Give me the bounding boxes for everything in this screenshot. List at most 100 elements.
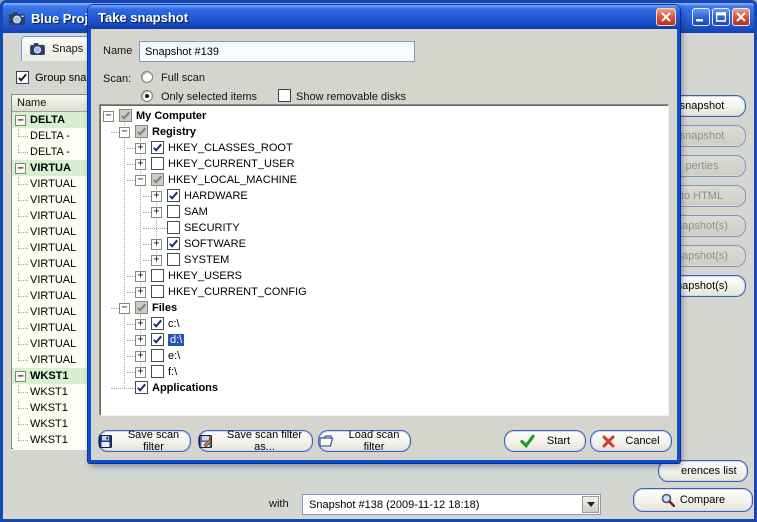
- tree-checkbox[interactable]: [151, 317, 164, 330]
- tree-node-label[interactable]: c:\: [168, 318, 180, 330]
- tree-checkbox[interactable]: [151, 333, 164, 346]
- tree-node-label[interactable]: SYSTEM: [184, 254, 229, 266]
- tree-row[interactable]: − Files: [100, 300, 668, 316]
- list-item-label: WKST1: [30, 418, 68, 430]
- expand-icon[interactable]: +: [135, 287, 146, 298]
- tree-row[interactable]: + SAM: [100, 204, 668, 220]
- collapse-icon[interactable]: −: [15, 163, 26, 174]
- tree-row[interactable]: + c:\: [100, 316, 668, 332]
- expand-icon[interactable]: +: [135, 335, 146, 346]
- tree-checkbox[interactable]: [167, 237, 180, 250]
- tree-row[interactable]: SECURITY: [100, 220, 668, 236]
- tree-row[interactable]: + HKEY_CURRENT_USER: [100, 156, 668, 172]
- minimize-button[interactable]: [692, 8, 710, 26]
- collapse-icon[interactable]: −: [135, 175, 146, 186]
- expand-icon[interactable]: +: [135, 271, 146, 282]
- tree-checkbox[interactable]: [167, 189, 180, 202]
- tree-row[interactable]: + HKEY_CURRENT_CONFIG: [100, 284, 668, 300]
- tree-checkbox[interactable]: [151, 285, 164, 298]
- tree-row[interactable]: + f:\: [100, 364, 668, 380]
- tree-checkbox[interactable]: [151, 157, 164, 170]
- tree-checkbox[interactable]: [167, 205, 180, 218]
- dropdown-arrow-icon[interactable]: [582, 496, 599, 513]
- expand-icon[interactable]: +: [135, 367, 146, 378]
- tree-node-label[interactable]: HARDWARE: [184, 190, 248, 202]
- tree-checkbox[interactable]: [151, 141, 164, 154]
- compare-with-dropdown[interactable]: Snapshot #138 (2009-11-12 18:18): [302, 494, 601, 515]
- tree-line: [18, 257, 28, 265]
- tree-row[interactable]: + d:\: [100, 332, 668, 348]
- tree-checkbox[interactable]: [167, 253, 180, 266]
- only-selected-items-radio[interactable]: [141, 90, 153, 102]
- start-button[interactable]: Start: [504, 430, 586, 452]
- compare-button[interactable]: Compare: [633, 488, 753, 512]
- tree-checkbox[interactable]: [119, 109, 132, 122]
- tree-line: [127, 148, 135, 149]
- tree-row[interactable]: + SOFTWARE: [100, 236, 668, 252]
- expand-icon[interactable]: +: [151, 239, 162, 250]
- tree-checkbox[interactable]: [167, 221, 180, 234]
- snapshot-name-input[interactable]: [139, 41, 415, 62]
- load-scan-filter-button[interactable]: Load scan filter: [318, 430, 411, 452]
- tree-node-label[interactable]: SECURITY: [184, 222, 240, 234]
- cancel-button[interactable]: Cancel: [590, 430, 672, 452]
- tree-row[interactable]: + HARDWARE: [100, 188, 668, 204]
- expand-icon[interactable]: +: [135, 319, 146, 330]
- group-snapshots-option[interactable]: Group sna: [16, 71, 86, 84]
- tree-row[interactable]: − HKEY_LOCAL_MACHINE: [100, 172, 668, 188]
- tree-row[interactable]: + SYSTEM: [100, 252, 668, 268]
- group-snapshots-checkbox[interactable]: [16, 71, 29, 84]
- save-scan-filter-button[interactable]: Save scan filter: [98, 430, 191, 452]
- expand-icon[interactable]: +: [151, 255, 162, 266]
- check-icon: [168, 238, 179, 249]
- side-action-label: perties: [685, 160, 718, 172]
- tree-row[interactable]: + HKEY_USERS: [100, 268, 668, 284]
- tree-node-label[interactable]: Registry: [152, 126, 196, 138]
- dialog-close-button[interactable]: [656, 8, 676, 26]
- collapse-icon[interactable]: −: [119, 303, 130, 314]
- expand-icon[interactable]: +: [135, 159, 146, 170]
- full-scan-radio[interactable]: [141, 71, 153, 83]
- tree-node-label[interactable]: d:\: [168, 334, 184, 346]
- maximize-button[interactable]: [712, 8, 730, 26]
- tree-node-label[interactable]: Applications: [152, 382, 218, 394]
- tree-checkbox[interactable]: [151, 269, 164, 282]
- tree-line: [18, 241, 28, 249]
- differences-list-button[interactable]: erences list: [658, 460, 748, 482]
- tree-checkbox[interactable]: [151, 173, 164, 186]
- tree-checkbox[interactable]: [151, 365, 164, 378]
- tree-checkbox[interactable]: [151, 349, 164, 362]
- tree-checkbox[interactable]: [135, 301, 148, 314]
- collapse-icon[interactable]: −: [103, 111, 114, 122]
- collapse-icon[interactable]: −: [119, 127, 130, 138]
- tree-row[interactable]: Applications: [100, 380, 668, 396]
- tree-checkbox[interactable]: [135, 381, 148, 394]
- tree-row[interactable]: + e:\: [100, 348, 668, 364]
- expand-icon[interactable]: +: [151, 207, 162, 218]
- tree-node-label[interactable]: SOFTWARE: [184, 238, 246, 250]
- save-scan-filter-as-button[interactable]: Save scan filter as...: [198, 430, 313, 452]
- tree-node-label[interactable]: HKEY_LOCAL_MACHINE: [168, 174, 297, 186]
- tree-node-label[interactable]: HKEY_USERS: [168, 270, 242, 282]
- tree-node-label[interactable]: f:\: [168, 366, 177, 378]
- show-removable-disks-checkbox[interactable]: [278, 89, 291, 102]
- tree-node-label[interactable]: HKEY_CURRENT_USER: [168, 158, 295, 170]
- tree-node-label[interactable]: HKEY_CLASSES_ROOT: [168, 142, 293, 154]
- tree-checkbox[interactable]: [135, 125, 148, 138]
- tree-row[interactable]: − Registry: [100, 124, 668, 140]
- tree-node-label[interactable]: Files: [152, 302, 177, 314]
- expand-icon[interactable]: +: [135, 143, 146, 154]
- tree-node-label[interactable]: e:\: [168, 350, 180, 362]
- expand-icon[interactable]: +: [151, 191, 162, 202]
- tree-node-label[interactable]: My Computer: [136, 110, 206, 122]
- tree-node-label[interactable]: HKEY_CURRENT_CONFIG: [168, 286, 307, 298]
- tree-line: [18, 289, 28, 297]
- tree-node-label[interactable]: SAM: [184, 206, 208, 218]
- collapse-icon[interactable]: −: [15, 115, 26, 126]
- collapse-icon[interactable]: −: [15, 371, 26, 382]
- close-button[interactable]: [732, 8, 750, 26]
- expand-icon[interactable]: +: [135, 351, 146, 362]
- tree-row[interactable]: + HKEY_CLASSES_ROOT: [100, 140, 668, 156]
- tree-row[interactable]: − My Computer: [100, 108, 668, 124]
- list-item-label: VIRTUAL: [30, 178, 76, 190]
